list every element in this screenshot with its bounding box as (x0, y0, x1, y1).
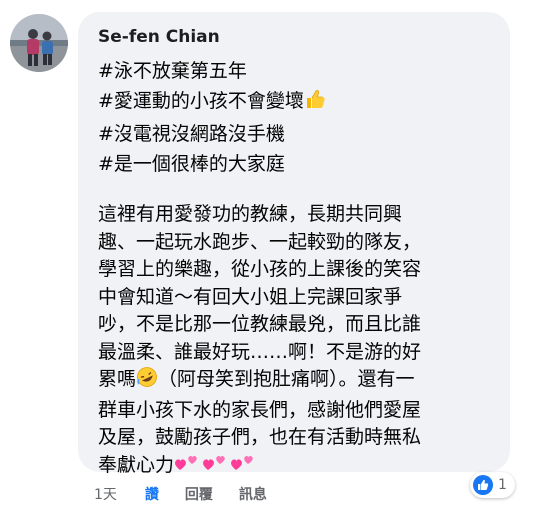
hashtag-link[interactable]: #泳不放棄第五年 (98, 56, 494, 86)
comment-body: 這裡有用愛發功的教練，長期共同興 趣、一起玩水跑步、一起較勁的隊友， 學習上的樂… (98, 201, 494, 482)
like-reaction-icon (473, 475, 493, 495)
hashtag-line: #愛運動的小孩不會變壞 (98, 86, 494, 119)
two-hearts-emoji-icon (202, 452, 230, 483)
comment-text-line: 及屋，鼓勵孩子們，也在有活動時無私 (98, 426, 422, 448)
comment-text-line: 趣、一起玩水跑步、一起較勁的隊友， (98, 230, 422, 253)
reaction-summary[interactable]: 1 (470, 472, 515, 498)
rofl-emoji-icon (136, 366, 158, 397)
hashtag-list: #泳不放棄第五年 #愛運動的小孩不會變壞 #沒電視沒網路沒手機 #是一個很棒的大… (98, 56, 494, 179)
comment-text-line: 累嗎 （阿母笑到抱肚痛啊）。還有一 (98, 366, 494, 397)
avatar[interactable] (10, 14, 68, 72)
comment-text-line: 中會知道～有回大小姐上完課回家爭 (98, 285, 403, 308)
comment-text-line: 學習上的樂趣，從小孩的上課後的笑容 (98, 258, 422, 280)
like-button[interactable]: 讚 (145, 484, 159, 504)
comment-container: Se-fen Chian #泳不放棄第五年 #愛運動的小孩不會變壞 #沒電視沒網… (0, 0, 533, 526)
comment-text-line: 奉獻心力 (98, 452, 494, 483)
comment-text-line: 這裡有用愛發功的教練，長期共同興 (98, 203, 403, 225)
thumbs-up-emoji-icon (304, 88, 326, 119)
comment-actions: 1天 讚 回覆 訊息 (94, 484, 293, 504)
hashtag-link[interactable]: #愛運動的小孩不會變壞 (98, 90, 304, 112)
reaction-count: 1 (498, 477, 507, 493)
comment-text-line: 吵，不是比那一位教練最兇，而且比誰 (98, 313, 422, 335)
comment-timestamp[interactable]: 1天 (94, 484, 117, 504)
comment-text-line: 最溫柔、誰最好玩……啊！不是游的好 (98, 340, 422, 363)
reply-button[interactable]: 回覆 (185, 484, 213, 504)
avatar-photo (10, 14, 68, 72)
comment-text-segment: （阿母笑到抱肚痛啊）。還有一 (158, 368, 415, 390)
message-button[interactable]: 訊息 (239, 484, 267, 504)
comment-text-line: 群車小孩下水的家長們，感謝他們愛屋 (98, 398, 422, 421)
two-hearts-emoji-icon (230, 452, 258, 483)
hashtag-link[interactable]: #是一個很棒的大家庭 (98, 149, 494, 179)
comment-bubble: Se-fen Chian #泳不放棄第五年 #愛運動的小孩不會變壞 #沒電視沒網… (78, 12, 510, 476)
comment-text-segment: 累嗎 (98, 368, 137, 390)
two-hearts-emoji-icon (174, 452, 202, 483)
comment-author[interactable]: Se-fen Chian (98, 26, 494, 48)
hashtag-link[interactable]: #沒電視沒網路沒手機 (98, 119, 494, 149)
comment-text-segment: 奉獻心力 (98, 453, 175, 476)
